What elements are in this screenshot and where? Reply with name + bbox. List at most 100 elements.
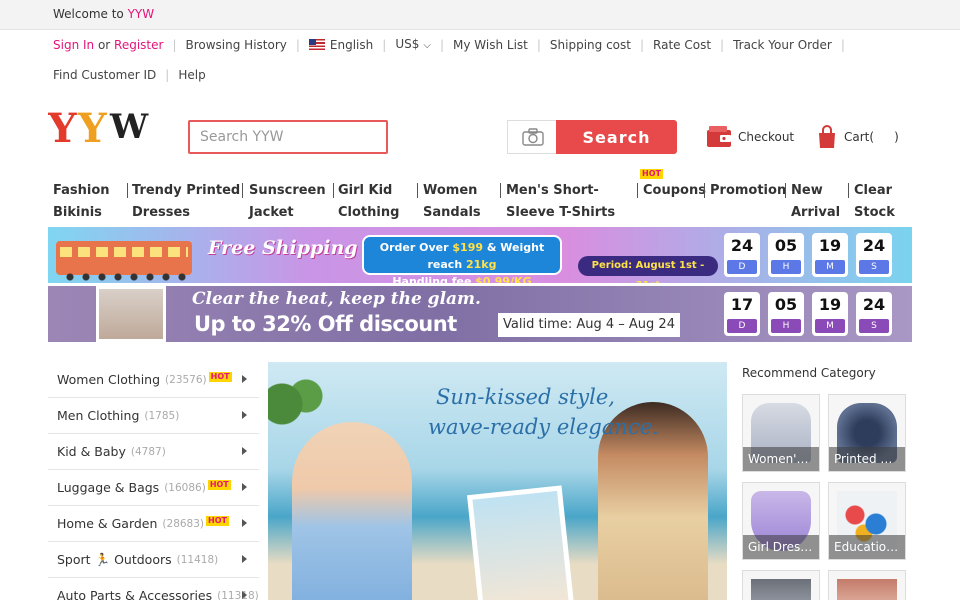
train-illustration	[56, 241, 192, 281]
shipping-cost-link[interactable]: Shipping cost	[550, 36, 631, 54]
browsing-history-link[interactable]: Browsing History	[186, 36, 287, 54]
recommend-card[interactable]	[828, 570, 906, 600]
hero-tagline: Sun-kissed style, wave-ready elegance.	[428, 385, 659, 439]
divider	[704, 183, 705, 198]
model-photo	[96, 286, 166, 342]
sidebar-item-men-clothing[interactable]: Men Clothing (1785)	[48, 398, 259, 434]
yyw-logo[interactable]: Y Y W	[48, 106, 168, 148]
category-girl-kid-clothing[interactable]: Girl Kid Clothing	[338, 180, 399, 224]
sidebar-item-kid-baby[interactable]: Kid & Baby (4787)	[48, 434, 259, 470]
category-coupons[interactable]: Coupons	[643, 180, 706, 202]
valid-time: Valid time: Aug 4 – Aug 24	[498, 313, 680, 337]
hot-badge: HOT	[640, 169, 663, 179]
category-sidebar: Women Clothing (23576) HOT Men Clothing (17…	[48, 362, 259, 600]
chevron-right-icon	[242, 483, 247, 491]
recommend-card-educational-toys[interactable]: Educational Toys	[828, 482, 906, 560]
countdown-days: 17 D	[724, 292, 760, 336]
recommend-card[interactable]	[742, 570, 820, 600]
camera-icon	[521, 128, 544, 146]
divider: |	[639, 38, 645, 52]
register-link[interactable]: Register	[114, 36, 163, 54]
welcome-brand[interactable]: YYW	[128, 7, 155, 21]
or-text: or	[94, 38, 115, 52]
category-fashion-bikinis[interactable]: Fashion Bikinis	[53, 180, 110, 224]
welcome-text: Welcome to YYW	[53, 7, 155, 21]
language-selector[interactable]: English	[308, 36, 373, 54]
find-customer-id-link[interactable]: Find Customer ID	[53, 66, 156, 84]
currency-selector[interactable]: US$ ⌵	[395, 35, 431, 55]
hot-badge: HOT	[206, 515, 229, 526]
countdown-days: 24 D	[724, 233, 760, 277]
sign-in-link[interactable]: Sign In	[53, 36, 94, 54]
countdown-minutes: 19 M	[812, 292, 848, 336]
divider	[848, 183, 849, 198]
discount-text: Up to 32% Off discount	[194, 312, 457, 336]
countdown-hours: 05 H	[768, 292, 804, 336]
divider	[637, 183, 638, 198]
divider: |	[382, 38, 387, 52]
banner-title: Free Shipping	[208, 237, 358, 259]
chevron-right-icon	[242, 519, 247, 527]
category-women-sandals[interactable]: Women Sandals	[423, 180, 481, 224]
sidebar-item-women-clothing[interactable]: Women Clothing (23576) HOT	[48, 362, 259, 398]
chevron-right-icon	[242, 591, 247, 599]
hero-banner[interactable]: Sun-kissed style, wave-ready elegance.	[268, 362, 727, 600]
image-search-button[interactable]	[507, 120, 557, 154]
track-order-link[interactable]: Track Your Order	[733, 36, 832, 54]
divider	[417, 183, 418, 198]
sidebar-item-home-garden[interactable]: Home & Garden (28683) HOT	[48, 506, 259, 542]
chevron-right-icon	[242, 411, 247, 419]
divider	[127, 183, 128, 198]
rate-cost-link[interactable]: Rate Cost	[653, 36, 711, 54]
svg-text:W: W	[109, 107, 149, 147]
divider: |	[165, 68, 170, 82]
wallet-icon	[707, 126, 731, 147]
promo-period: Period: August 1st - 31st	[578, 256, 718, 283]
category-sunscreen-jacket[interactable]: Sunscreen Jacket	[249, 180, 326, 224]
category-mens-tshirts[interactable]: Men's Short- Sleeve T-Shirts	[506, 180, 615, 224]
checkout-link[interactable]: Checkout	[706, 125, 794, 149]
svg-text:Y: Y	[77, 106, 107, 148]
banner-title: Clear the heat, keep the glam.	[192, 289, 481, 309]
category-new-arrival[interactable]: New Arrival	[791, 180, 840, 224]
divider: |	[536, 38, 541, 52]
wish-list-link[interactable]: My Wish List	[453, 36, 528, 54]
us-flag-icon	[308, 39, 325, 50]
category-promotion[interactable]: Promotion	[710, 180, 786, 202]
countdown-hours: 05 H	[768, 233, 804, 277]
help-link[interactable]: Help	[178, 66, 205, 84]
countdown-timer: 24 D 05 H 19 M 24 S	[724, 233, 892, 277]
category-nav: Fashion Bikinis Trendy Printed Dresses Sun…	[48, 180, 912, 224]
recommend-card-womens-clothing[interactable]: Women's Clothing	[742, 394, 820, 472]
sidebar-item-auto-parts[interactable]: Auto Parts & Accessories (11318)	[48, 578, 259, 600]
divider: |	[172, 38, 177, 52]
shopping-bag-icon	[819, 125, 835, 148]
divider	[500, 183, 501, 198]
chevron-right-icon	[242, 447, 247, 455]
free-shipping-banner[interactable]: Free Shipping Order Over $199 & Weight r…	[48, 227, 912, 283]
divider: |	[439, 38, 444, 52]
divider	[785, 183, 786, 198]
divider: |	[840, 38, 845, 52]
search-button[interactable]: Search	[556, 120, 677, 154]
countdown-seconds: 24 S	[856, 292, 892, 336]
countdown-seconds: 24 S	[856, 233, 892, 277]
welcome-bar: Welcome to YYW	[0, 0, 960, 30]
recommend-card-girl-dresses[interactable]: Girl Dresses	[742, 482, 820, 560]
shipping-terms: Order Over $199 & Weight reach 21kg Hand…	[362, 235, 562, 283]
sidebar-item-sport-outdoors[interactable]: Sport 🏃 Outdoors (11418)	[48, 542, 259, 578]
countdown-minutes: 19 M	[812, 233, 848, 277]
discount-banner[interactable]: Clear the heat, keep the glam. Up to 32%…	[48, 286, 912, 342]
recommend-card-printed-dresses[interactable]: Printed Dresses	[828, 394, 906, 472]
search-input[interactable]	[188, 120, 388, 154]
category-clear-stock[interactable]: Clear Stock	[854, 180, 895, 224]
sidebar-item-luggage-bags[interactable]: Luggage & Bags (16086) HOT	[48, 470, 259, 506]
category-trendy-printed-dresses[interactable]: Trendy Printed Dresses	[132, 180, 240, 224]
top-nav: Sign In or Register | Browsing History |…	[53, 36, 913, 84]
svg-text:Y: Y	[48, 106, 77, 148]
recommend-title: Recommend Category	[742, 366, 876, 380]
photo-card	[466, 485, 575, 600]
divider	[333, 183, 334, 198]
cart-link[interactable]: Cart()	[816, 125, 899, 149]
chevron-right-icon	[242, 555, 247, 563]
